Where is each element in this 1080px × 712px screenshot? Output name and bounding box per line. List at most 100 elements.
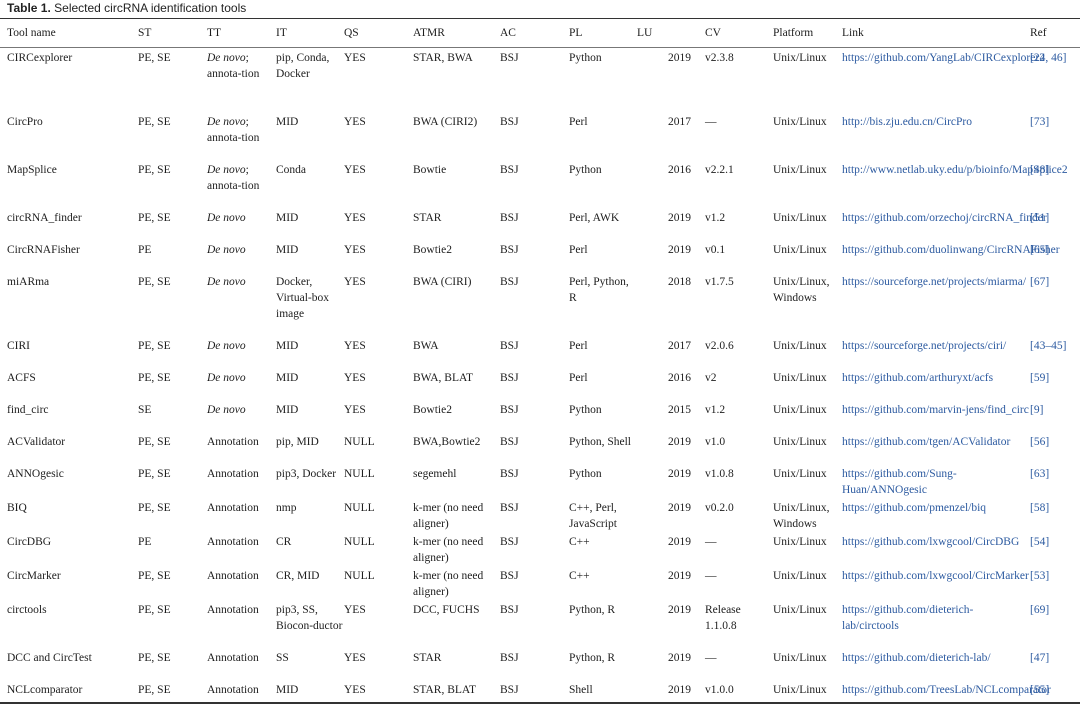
cell-link[interactable]: https://sourceforge.net/projects/ciri/ [842,336,1030,368]
cell-ref[interactable]: [54] [1030,532,1080,566]
cell-ac: BSJ [500,163,519,176]
cell-atmr: Bowtie [413,163,447,176]
cell-link[interactable]: https://github.com/dieterich-lab/ [842,648,1030,680]
cell-tool: circtools [7,603,47,616]
cell-cv: v1.2 [705,403,726,416]
cell-it: Conda [276,163,307,176]
cell-ref[interactable]: [56] [1030,432,1080,464]
cell-pl: C++, Perl, JavaScript [569,501,617,530]
header-row: Tool name ST TT IT QS ATMR AC PL LU CV P… [0,18,1080,48]
cell-atmr: k-mer (no need aligner) [413,535,484,564]
cell-ac: BSJ [500,467,519,480]
cell-tool: CircRNAFisher [7,243,80,256]
cell-it: pip3, Docker [276,467,337,480]
cell-cv: v2 [705,371,717,384]
cell-lu: 2019 [668,603,691,616]
cell-link[interactable]: https://github.com/pmenzel/biq [842,498,1030,532]
cell-ref[interactable]: [73] [1030,112,1080,160]
cell-platform: Unix/Linux [773,651,827,664]
cell-pl: Python [569,403,602,416]
cell-it: pip3, SS, Biocon-ductor [276,603,343,632]
table-row: circRNA_finder PE, SE De novo MID YES STAR BSJ… [0,208,1080,240]
cell-link[interactable]: http://bis.zju.edu.cn/CircPro [842,112,1030,160]
cell-link[interactable]: https://sourceforge.net/projects/miarma/ [842,272,1030,336]
cell-st: PE, SE [138,467,171,480]
cell-pl: Python [569,163,602,176]
bottom-rule [0,702,1080,704]
cell-atmr: BWA, BLAT [413,371,474,384]
cell-platform: Unix/Linux [773,371,827,384]
cell-ref[interactable]: [47] [1030,648,1080,680]
cell-ref[interactable]: [67] [1030,272,1080,336]
cell-pl: Python [569,467,602,480]
cell-lu: 2019 [668,569,691,582]
cell-ac: BSJ [500,211,519,224]
cell-link[interactable]: https://github.com/YangLab/CIRCexplorer2 [842,48,1045,112]
cell-ref[interactable]: [24, 46] [1030,48,1080,112]
cell-tt: Annotation [207,501,259,514]
cell-qs: NULL [344,569,375,582]
cell-tt: Annotation [207,651,259,664]
cell-tool: BIQ [7,501,27,514]
cell-it: SS [276,651,289,664]
cell-ac: BSJ [500,52,519,64]
cell-link[interactable]: https://github.com/tgen/ACValidator [842,432,1030,464]
cell-link[interactable]: https://github.com/arthuryxt/acfs [842,368,1030,400]
cell-cv: — [705,535,717,548]
cell-it: MID [276,339,299,352]
cell-ref[interactable]: [43–45] [1030,336,1080,368]
cell-link[interactable]: https://github.com/dieterich-lab/circtoo… [842,600,1030,648]
cell-lu: 2019 [668,651,691,664]
cell-atmr: STAR, BLAT [413,683,476,696]
header-platform: Platform [773,27,814,39]
table-row: find_circ SE De novo MID YES Bowtie2 BSJ Python… [0,400,1080,432]
cell-tt: De novo; annota-tion [207,115,260,144]
cell-link[interactable]: https://github.com/orzechoj/circRNA_find… [842,208,1047,240]
cell-cv: — [705,115,717,128]
header-st: ST [138,27,152,39]
cell-ref[interactable]: [58] [1030,498,1080,532]
cell-lu: 2019 [668,211,691,224]
cell-cv: v1.0.8 [705,467,734,480]
cell-link[interactable]: http://www.netlab.uky.edu/p/bioinfo/MapS… [842,160,1068,208]
cell-pl: Perl [569,115,588,128]
cell-qs: YES [344,275,366,288]
cell-st: PE, SE [138,651,171,664]
cell-lu: 2019 [668,435,691,448]
table-row: CircMarker PE, SE Annotation CR, MID NULL k-m… [0,566,1080,600]
cell-it: MID [276,683,299,696]
cell-it: Docker, Virtual-box image [276,275,329,320]
cell-ref[interactable]: [51] [1030,208,1080,240]
cell-qs: YES [344,52,366,64]
cell-link[interactable]: https://github.com/TreesLab/NCLcomparato… [842,680,1051,712]
cell-st: PE [138,243,152,256]
cell-st: PE, SE [138,501,171,514]
cell-st: PE, SE [138,115,171,128]
cell-link[interactable]: https://github.com/marvin-jens/find_circ [842,400,1030,432]
cell-atmr: segemehl [413,467,457,480]
table-row: circtools PE, SE Annotation pip3, SS, Bioco… [0,600,1080,648]
cell-link[interactable]: https://github.com/lxwgcool/CircDBG [842,532,1030,566]
cell-ref[interactable]: [69] [1030,600,1080,648]
cell-link[interactable]: https://github.com/Sung-Huan/ANNOgesic [842,464,1030,498]
table-row: ACFS PE, SE De novo MID YES BWA, BLAT BSJ Perl 2… [0,368,1080,400]
cell-ref[interactable]: [55] [1030,680,1080,712]
cell-ref[interactable]: [9] [1030,400,1080,432]
cell-link[interactable]: https://github.com/lxwgcool/CircMarker [842,566,1030,600]
cell-platform: Unix/Linux [773,535,827,548]
cell-lu: 2019 [668,501,691,514]
cell-ref[interactable]: [59] [1030,368,1080,400]
cell-tt: De novo [207,339,246,352]
cell-link[interactable]: https://github.com/duolinwang/CircRNAFis… [842,240,1060,272]
cell-pl: Shell [569,683,593,696]
cell-atmr: BWA (CIRI2) [413,115,478,128]
cell-qs: NULL [344,467,375,480]
table-row: CircPro PE, SE De novo; annota-tion MID YES B… [0,112,1080,160]
cell-ref[interactable]: [53] [1030,566,1080,600]
cell-qs: YES [344,115,366,128]
cell-pl: Perl [569,339,588,352]
cell-it: MID [276,211,299,224]
cell-qs: NULL [344,435,375,448]
header-cv: CV [705,27,721,39]
cell-ref[interactable]: [63] [1030,464,1080,498]
